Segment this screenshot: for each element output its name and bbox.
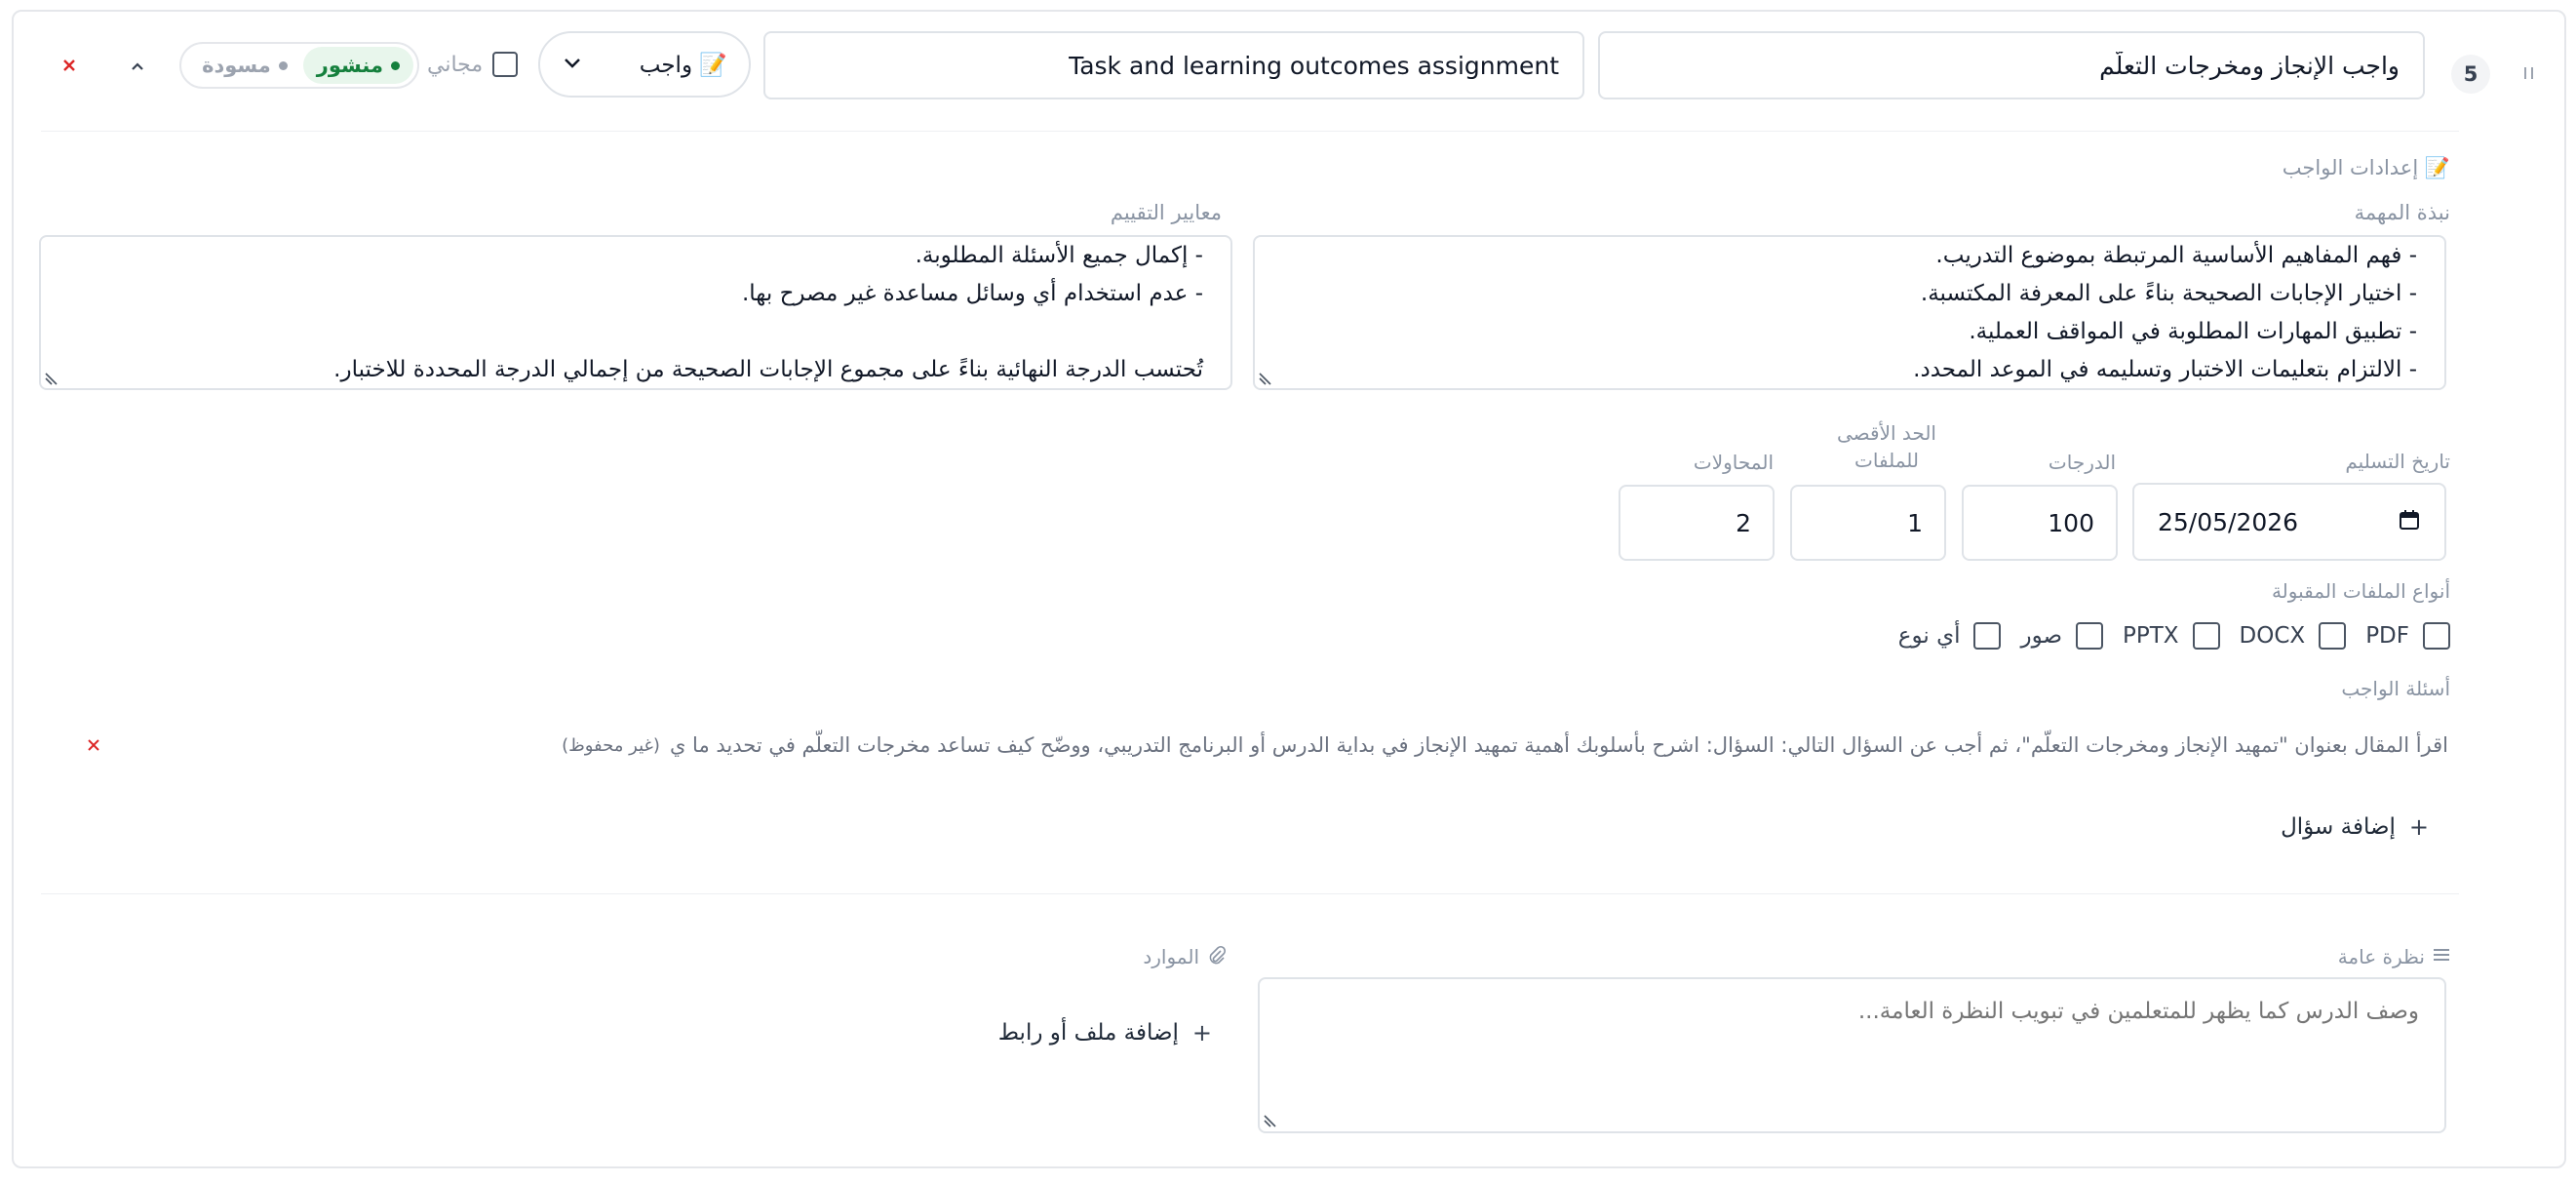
status-published[interactable]: منشور: [302, 47, 413, 84]
add-question-label: إضافة سؤال: [2281, 814, 2396, 840]
file-type-label: PDF: [2365, 623, 2409, 649]
divider: [41, 893, 2459, 894]
attempts-input[interactable]: [1619, 485, 1775, 561]
published-dot-icon: [391, 60, 400, 70]
lesson-type-value: 📝 واجب: [639, 52, 727, 78]
add-resource-button[interactable]: + إضافة ملف أو رابط: [998, 1019, 1212, 1046]
grades-label: الدرجات: [2048, 451, 2116, 474]
collapse-button[interactable]: [124, 53, 151, 80]
draft-dot-icon: [278, 60, 288, 70]
file-type-checkbox[interactable]: [2076, 622, 2103, 650]
status-published-label: منشور: [316, 54, 383, 77]
overview-label: نظرة عامة: [2337, 945, 2425, 968]
file-type-label: أي نوع: [1897, 623, 1961, 649]
add-resource-label: إضافة ملف أو رابط: [997, 1020, 1179, 1046]
drag-handle-icon[interactable]: [2519, 62, 2539, 86]
criteria-label: معايير التقييم: [1110, 201, 1222, 224]
file-type-docx[interactable]: DOCX: [2240, 622, 2347, 650]
file-type-checkbox[interactable]: [2319, 622, 2347, 650]
title-arabic-input[interactable]: [1598, 31, 2425, 99]
attempts-label: المحاولات: [1693, 451, 1774, 474]
due-date-label: تاريخ التسليم: [2345, 450, 2450, 473]
due-date-value: 25/05/2026: [2158, 507, 2299, 536]
question-text: اقرأ المقال بعنوان "تمهيد الإنجاز ومخرجا…: [669, 733, 2448, 757]
paperclip-icon: [1207, 945, 1227, 968]
max-files-label: الحد الأقصى للملفات: [1837, 421, 1936, 472]
question-item[interactable]: اقرأ المقال بعنوان "تمهيد الإنجاز ومخرجا…: [418, 729, 2448, 762]
file-type-label: صور: [2020, 623, 2062, 649]
criteria-textarea[interactable]: - إكمال جميع الأسئلة المطلوبة. - عدم است…: [39, 235, 1232, 390]
resize-handle-icon[interactable]: [1258, 373, 1271, 386]
question-unsaved-tag: (غير محفوظ): [562, 734, 660, 756]
delete-question-button[interactable]: [82, 733, 105, 757]
divider: [41, 131, 2459, 132]
file-types-label: أنواع الملفات المقبولة: [2271, 579, 2450, 603]
file-type-checkbox[interactable]: [1973, 622, 2002, 650]
file-type-images[interactable]: صور: [2020, 622, 2103, 650]
chevron-down-icon: [562, 52, 583, 77]
status-draft[interactable]: مسودة: [192, 48, 297, 83]
file-type-pptx[interactable]: PPTX: [2123, 622, 2220, 650]
file-type-any[interactable]: أي نوع: [1898, 622, 2002, 650]
order-badge: 5: [2451, 55, 2490, 94]
lesson-card: 5 📝 واجب مجاني منشور مسودة 📝 إعدادات الو…: [12, 10, 2566, 1168]
lesson-type-select[interactable]: 📝 واجب: [538, 31, 751, 98]
delete-lesson-button[interactable]: [56, 52, 83, 79]
lines-icon: [2433, 947, 2450, 967]
max-files-input[interactable]: [1790, 485, 1946, 561]
plus-icon: +: [2408, 813, 2429, 841]
status-draft-label: مسودة: [202, 54, 271, 77]
file-type-pdf[interactable]: PDF: [2365, 622, 2450, 650]
add-question-button[interactable]: + إضافة سؤال: [2281, 813, 2429, 841]
file-type-checkbox[interactable]: [2192, 622, 2220, 650]
file-type-label: DOCX: [2239, 623, 2306, 649]
overview-textarea[interactable]: [1258, 977, 2446, 1133]
due-date-input[interactable]: 25/05/2026: [2132, 483, 2446, 561]
status-toggle[interactable]: منشور مسودة: [179, 42, 419, 89]
plus-icon: +: [1191, 1019, 1212, 1046]
resources-label: الموارد: [1143, 945, 1199, 968]
order-number: 5: [2463, 62, 2478, 86]
chevron-up-icon: [132, 62, 143, 70]
resize-handle-icon[interactable]: [1263, 1115, 1276, 1128]
resources-header: الموارد: [1143, 945, 1227, 968]
file-type-label: PPTX: [2123, 623, 2179, 649]
overview-header: نظرة عامة: [2338, 945, 2450, 968]
title-english-input[interactable]: [763, 31, 1584, 99]
file-types-group: PDF DOCX PPTX صور أي نوع: [1898, 622, 2450, 650]
settings-title: 📝 إعدادات الواجب: [2282, 156, 2450, 179]
questions-label: أسئلة الواجب: [2341, 677, 2450, 700]
free-checkbox[interactable]: [492, 52, 518, 77]
free-label: مجاني: [427, 53, 484, 77]
file-type-checkbox[interactable]: [2423, 622, 2450, 650]
summary-label: نبذة المهمة: [2354, 201, 2450, 224]
close-icon: [63, 59, 75, 71]
calendar-icon[interactable]: [2398, 508, 2421, 535]
close-icon: [88, 739, 99, 751]
summary-textarea[interactable]: - فهم المفاهيم الأساسية المرتبطة بموضوع …: [1253, 235, 2446, 390]
grades-input[interactable]: [1962, 485, 2118, 561]
resize-handle-icon[interactable]: [44, 373, 58, 386]
